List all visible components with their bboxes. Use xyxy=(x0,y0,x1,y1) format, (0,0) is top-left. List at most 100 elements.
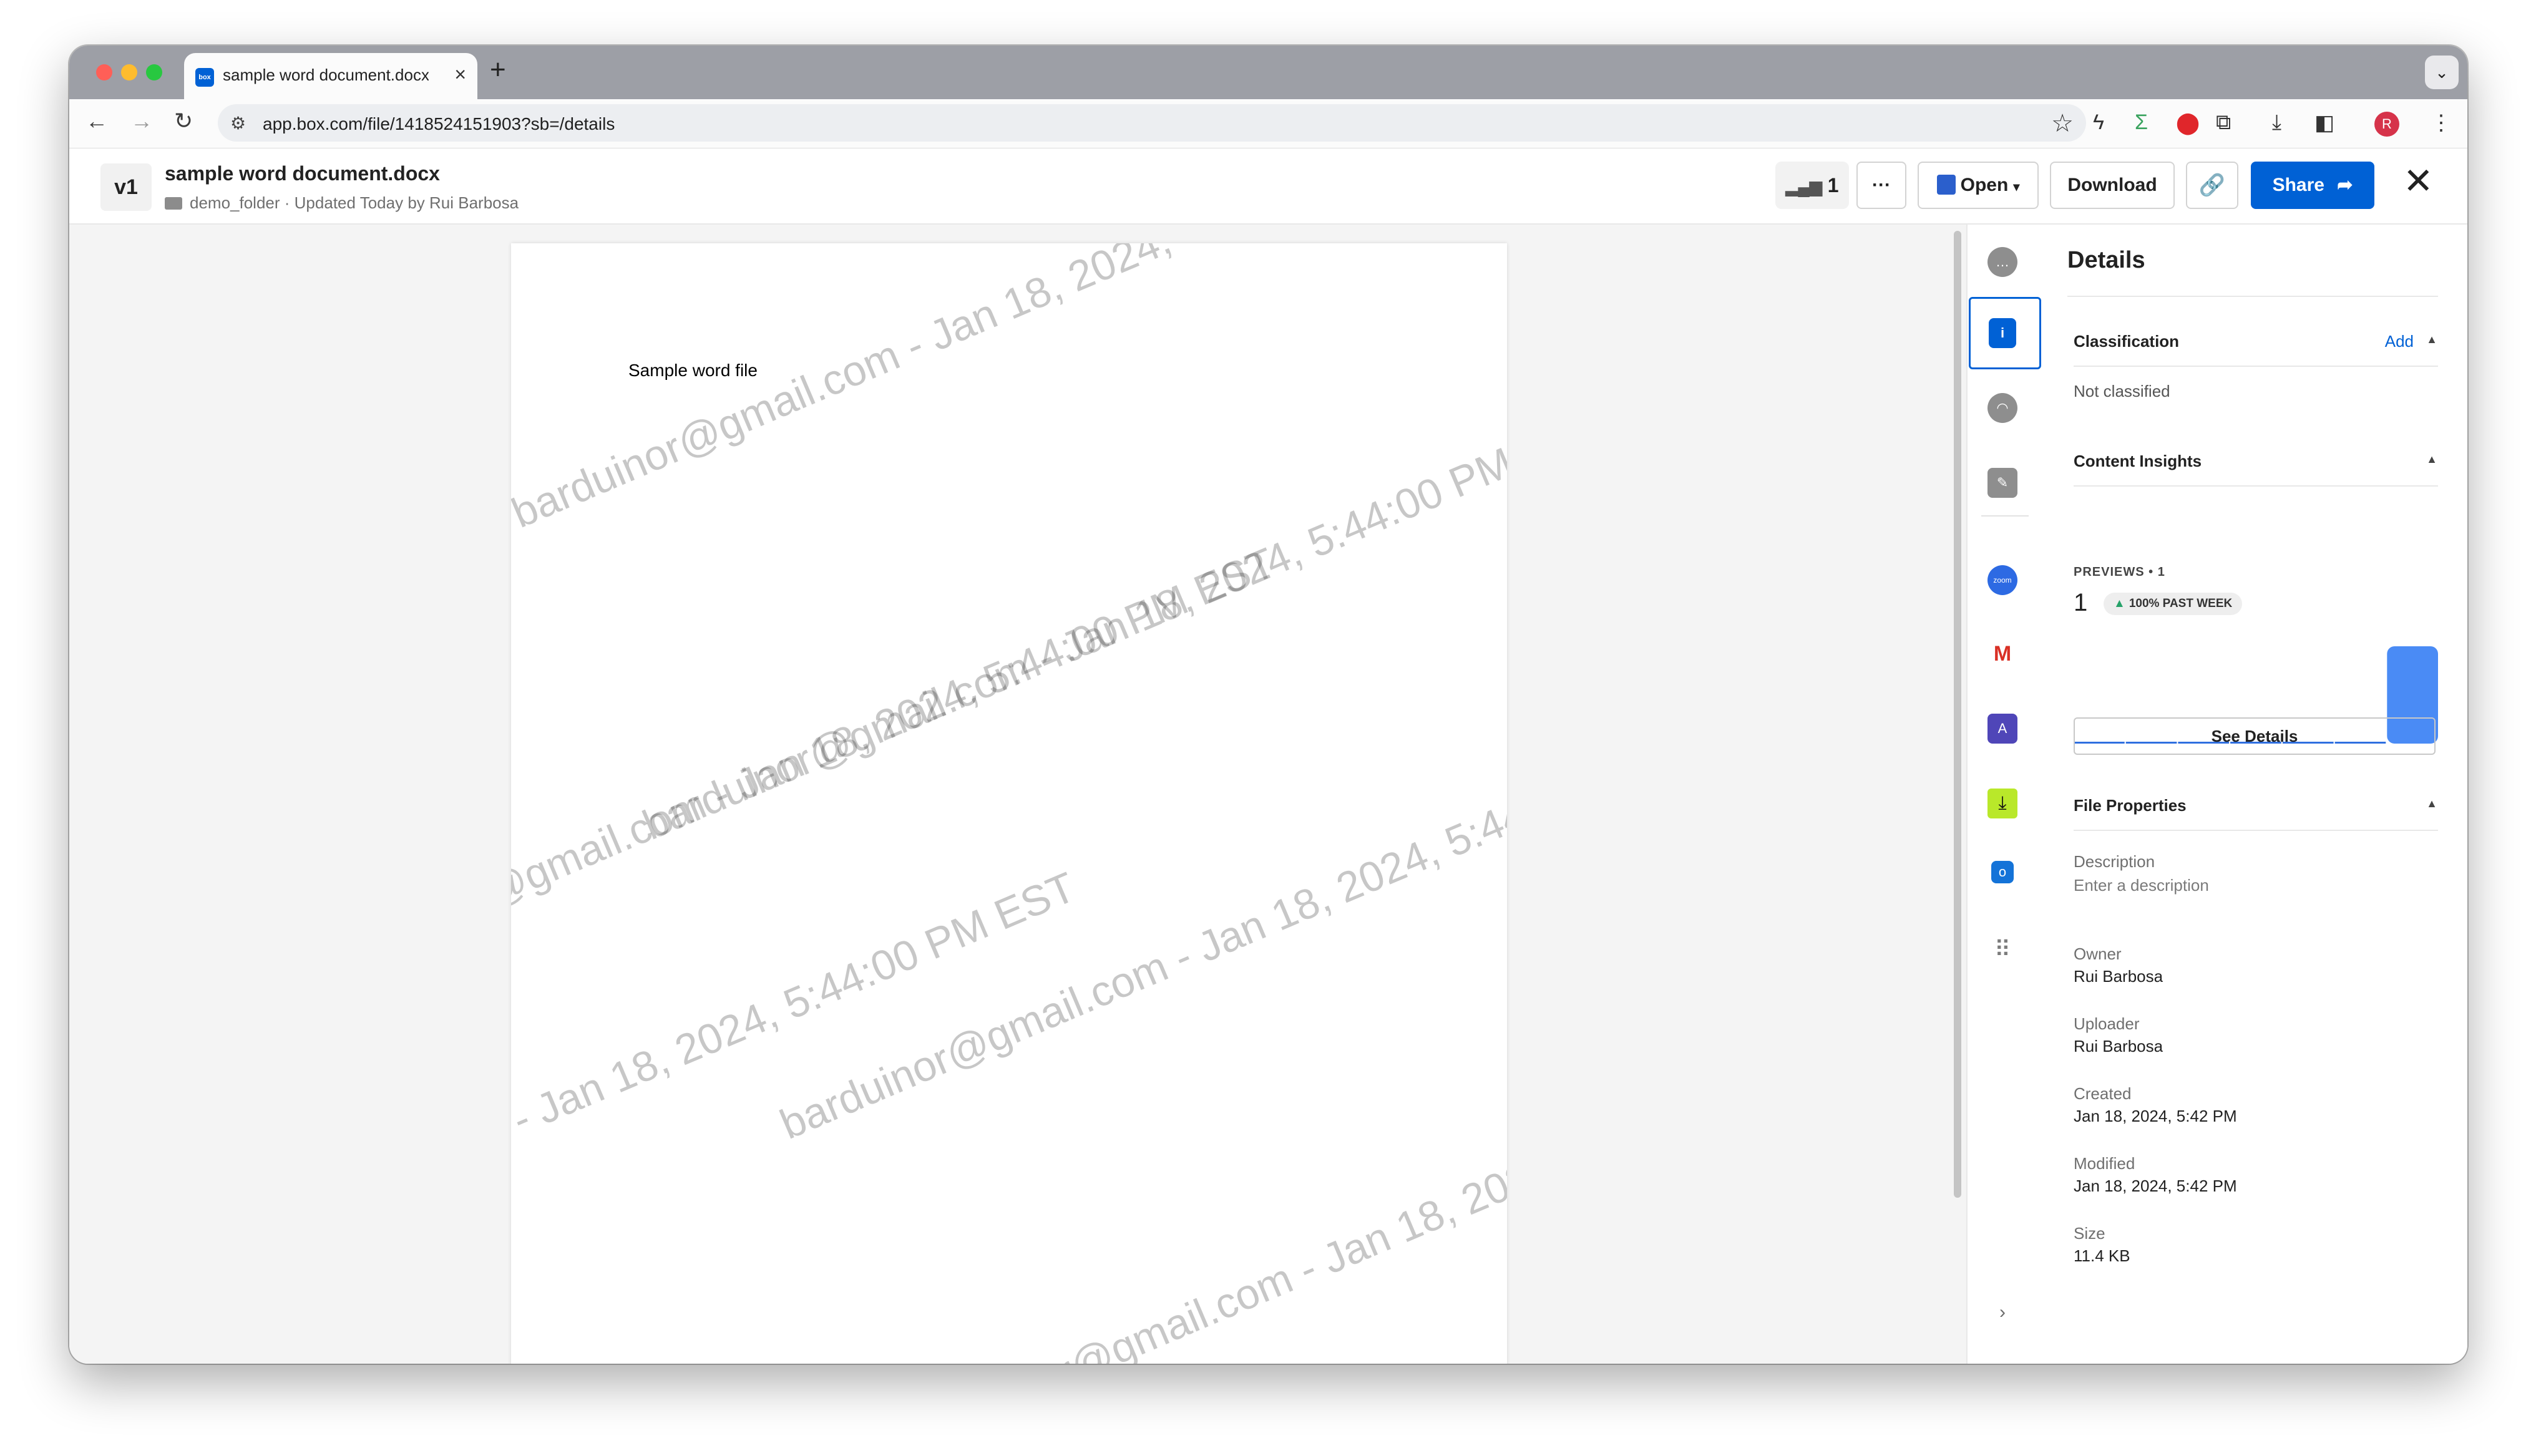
open-button[interactable]: Open ▾ xyxy=(1918,162,2039,209)
previews-label: PREVIEWS • 1 xyxy=(2074,565,2165,579)
updated-text: Updated Today by Rui Barbosa xyxy=(294,193,519,212)
sigma-extension-icon[interactable]: Σ xyxy=(2135,110,2148,135)
created-value: Jan 18, 2024, 5:42 PM xyxy=(2074,1107,2237,1125)
classification-add-link[interactable]: Add xyxy=(2385,332,2414,351)
close-window-button[interactable] xyxy=(96,64,112,80)
sign-icon[interactable]: ✎ xyxy=(1987,468,2017,498)
arrow-up-icon: ▲ xyxy=(2114,597,2125,610)
activity-icon[interactable]: ◠ xyxy=(1987,393,2017,423)
close-preview-icon[interactable]: ✕ xyxy=(2403,160,2434,202)
back-icon[interactable]: ← xyxy=(85,108,108,134)
divider xyxy=(2067,296,2438,297)
side-panel-icon[interactable]: ◧ xyxy=(2314,110,2334,135)
folder-icon xyxy=(165,197,182,210)
version-badge[interactable]: v1 xyxy=(100,163,152,211)
url-text: app.box.com/file/1418524151903?sb=/detai… xyxy=(263,114,615,133)
file-name: sample word document.docx xyxy=(165,162,440,185)
expand-chevron-icon[interactable]: › xyxy=(1987,1298,2017,1327)
details-title: Details xyxy=(2067,247,2145,273)
file-header: v1 sample word document.docx demo_folder… xyxy=(69,148,2467,225)
tab-title: sample word document.docx xyxy=(223,66,429,84)
download-button[interactable]: Download xyxy=(2050,162,2175,209)
description-label: Description xyxy=(2074,852,2155,871)
bookmark-star-icon[interactable]: ☆ xyxy=(2051,109,2074,138)
uploader-label: Uploader xyxy=(2074,1014,2140,1033)
sidebar-nav: … i ◠ ✎ zoom M A ⤓ o ⠿ › xyxy=(1966,225,2046,1364)
trend-badge: ▲ 100% PAST WEEK xyxy=(2104,593,2243,615)
reload-icon[interactable]: ↻ xyxy=(174,108,193,134)
downloads-icon[interactable]: ⤓ xyxy=(2272,110,2281,135)
maximize-window-button[interactable] xyxy=(146,64,162,80)
gmail-icon[interactable]: M xyxy=(1987,639,2017,669)
divider xyxy=(2074,485,2438,487)
outlook-icon[interactable]: o xyxy=(1991,861,2014,883)
download-app-icon[interactable]: ⤓ xyxy=(1987,789,2017,818)
info-icon[interactable]: i xyxy=(1989,318,2016,348)
folder-link[interactable]: demo_folder xyxy=(190,193,280,212)
collapse-chevron-icon[interactable]: ▲ xyxy=(2426,797,2437,810)
preview-scrollbar[interactable] xyxy=(1954,231,1961,1198)
meta-separator: · xyxy=(280,193,295,212)
forward-icon[interactable]: → xyxy=(130,108,153,134)
browser-tab[interactable]: box sample word document.docx × xyxy=(184,53,477,99)
created-label: Created xyxy=(2074,1084,2132,1103)
document-preview: Sample word file barduinor@gmail.com - J… xyxy=(69,225,1966,1364)
tab-strip: box sample word document.docx × + ⌄ xyxy=(69,46,2467,99)
views-count: 1 xyxy=(1827,174,1839,197)
views-count-button[interactable]: ▂▄▆ 1 xyxy=(1775,162,1849,209)
divider xyxy=(2074,366,2438,367)
classification-heading[interactable]: Classification xyxy=(2074,332,2179,351)
copy-link-icon[interactable]: 🔗 xyxy=(2186,162,2238,209)
details-panel: Details Classification Add ▲ Not classif… xyxy=(2045,225,2467,1364)
new-tab-icon[interactable]: + xyxy=(490,54,506,85)
previews-count: 1 xyxy=(2074,589,2088,616)
divider xyxy=(2074,830,2438,831)
classification-value: Not classified xyxy=(2074,382,2170,400)
bolt-extension-icon[interactable]: ϟ xyxy=(2093,110,2104,135)
document-page: Sample word file barduinor@gmail.com - J… xyxy=(511,243,1507,1364)
watermark-text: barduinor@gmail.com - Jan 18, 2024, 5:44… xyxy=(773,701,1507,1148)
modified-label: Modified xyxy=(2074,1154,2135,1173)
acrobat-icon[interactable]: A xyxy=(1987,714,2017,744)
more-options-button[interactable]: ··· xyxy=(1856,162,1906,209)
owner-value: Rui Barbosa xyxy=(2074,967,2163,986)
browser-window: box sample word document.docx × + ⌄ ← → … xyxy=(69,46,2467,1364)
trend-text: 100% PAST WEEK xyxy=(2129,597,2233,610)
size-label: Size xyxy=(2074,1224,2105,1243)
extensions-puzzle-icon[interactable]: ⧉ xyxy=(2216,110,2231,135)
share-label: Share xyxy=(2272,175,2324,195)
modified-value: Jan 18, 2024, 5:42 PM xyxy=(2074,1177,2237,1195)
apps-grid-icon[interactable]: ⠿ xyxy=(1987,934,2017,964)
caret-down-icon: ▾ xyxy=(2013,180,2020,194)
see-details-button[interactable]: See Details xyxy=(2074,717,2436,755)
uploader-value: Rui Barbosa xyxy=(2074,1037,2163,1056)
file-properties-heading[interactable]: File Properties xyxy=(2074,796,2187,815)
file-meta: demo_folder · Updated Today by Rui Barbo… xyxy=(165,193,519,213)
watermark-text: barduinor@gmail.com - Jan 18, 2024, 5:44… xyxy=(511,538,1282,986)
collapse-chevron-icon[interactable]: ▲ xyxy=(2426,453,2437,466)
share-arrow-icon: ➦ xyxy=(2337,175,2353,195)
open-label: Open xyxy=(1960,175,2009,195)
word-app-icon xyxy=(1936,175,1956,195)
browser-toolbar: ← → ↻ ⚙ app.box.com/file/1418524151903?s… xyxy=(69,99,2467,148)
content-insights-heading[interactable]: Content Insights xyxy=(2074,452,2202,471)
owner-label: Owner xyxy=(2074,944,2122,963)
comment-icon[interactable]: … xyxy=(1987,247,2017,277)
zoom-icon[interactable]: zoom xyxy=(1987,565,2017,595)
share-button[interactable]: Share ➦ xyxy=(2251,162,2374,209)
address-bar[interactable]: ⚙ app.box.com/file/1418524151903?sb=/det… xyxy=(218,104,2086,142)
opera-extension-icon[interactable]: ⬤ xyxy=(2176,110,2200,135)
minimize-window-button[interactable] xyxy=(121,64,137,80)
collapse-chevron-icon[interactable]: ▲ xyxy=(2426,333,2437,346)
profile-avatar[interactable]: R xyxy=(2374,112,2399,137)
site-info-icon[interactable]: ⚙ xyxy=(230,113,246,133)
size-value: 11.4 KB xyxy=(2074,1246,2130,1265)
bar-chart-icon: ▂▄▆ xyxy=(1785,177,1822,196)
browser-menu-icon[interactable]: ⋮ xyxy=(2431,110,2452,135)
tab-close-icon[interactable]: × xyxy=(454,63,466,86)
tab-search-icon[interactable]: ⌄ xyxy=(2425,56,2459,89)
description-field[interactable]: Enter a description xyxy=(2074,876,2209,895)
watermark-text: barduinor@gmail.com - Jan 18, 2024, 5:44… xyxy=(511,243,1475,537)
sidebar-separator xyxy=(1981,515,2029,517)
watermark-text: barduinor@gmail.com - Jan 18, 2024, 5:44… xyxy=(511,863,1082,1311)
